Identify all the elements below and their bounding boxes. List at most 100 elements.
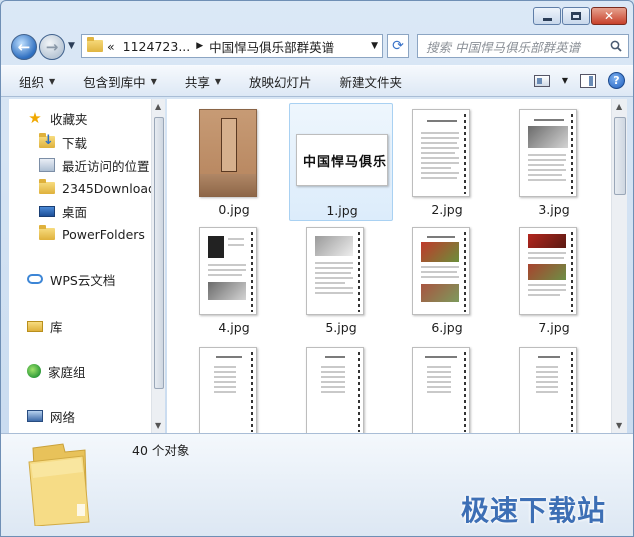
file-tile[interactable]: 5.jpg — [289, 221, 393, 339]
scroll-up-icon[interactable]: ▲ — [155, 102, 161, 111]
new-folder-button[interactable]: 新建文件夹 — [340, 72, 403, 91]
nav-item-network[interactable]: 网络 — [27, 406, 75, 426]
network-icon — [27, 410, 43, 422]
command-toolbar: 组织 ▼ 包含到库中 ▼ 共享 ▼ 放映幻灯片 新建文件夹 ▼ ? — [1, 65, 633, 97]
file-tile[interactable]: 7.jpg — [502, 221, 606, 339]
forward-button[interactable]: → — [39, 34, 65, 60]
nav-item-2345downloads[interactable]: 2345Downloads — [39, 178, 151, 198]
scroll-up-icon[interactable]: ▲ — [616, 102, 622, 111]
toolbar-right: ▼ ? — [533, 72, 625, 89]
file-thumbnail — [199, 227, 257, 315]
file-thumbnail — [199, 347, 257, 433]
change-view-icon[interactable] — [533, 74, 550, 87]
nav-label: 库 — [50, 319, 63, 335]
scroll-down-icon[interactable]: ▼ — [155, 421, 161, 430]
organize-menu[interactable]: 组织 ▼ — [19, 72, 55, 91]
file-thumbnail — [519, 227, 577, 315]
star-icon: ★ — [28, 109, 42, 127]
file-thumbnail: 中国悍马俱乐部 — [296, 134, 388, 186]
help-icon[interactable]: ? — [608, 72, 625, 89]
back-arrow-icon: ← — [17, 38, 31, 56]
minimize-button[interactable] — [533, 7, 561, 25]
close-button[interactable]: ✕ — [591, 7, 627, 25]
downloads-folder-icon — [39, 133, 55, 148]
nav-label: PowerFolders — [62, 226, 145, 242]
watermark: 极速下载站 — [461, 494, 607, 527]
include-label: 包含到库中 — [83, 74, 146, 90]
nav-label: 下载 — [62, 135, 88, 151]
file-thumbnail — [306, 347, 364, 433]
nav-item-library[interactable]: 库 — [27, 316, 63, 336]
address-bar[interactable]: « 1124723... ▶ 中国悍马俱乐部群英谱 ▼ — [81, 34, 383, 58]
file-thumbnail — [519, 109, 577, 197]
file-tile[interactable] — [502, 341, 606, 433]
recent-pages-dropdown-icon[interactable]: ▼ — [68, 41, 75, 51]
breadcrumb-item[interactable]: 1124723... — [123, 39, 191, 54]
nav-label: 桌面 — [62, 204, 88, 220]
address-dropdown-icon[interactable]: ▼ — [371, 41, 378, 51]
file-thumbnail — [306, 227, 364, 315]
nav-label: 家庭组 — [48, 364, 86, 380]
preview-pane-icon[interactable] — [580, 73, 596, 88]
address-row: ← → ▼ « 1124723... ▶ 中国悍马俱乐部群英谱 ▼ ⟳ 搜索 中… — [9, 31, 629, 61]
view-dropdown-icon[interactable]: ▼ — [562, 76, 568, 85]
new-folder-label: 新建文件夹 — [339, 74, 403, 90]
breadcrumb-overflow[interactable]: « — [107, 39, 115, 54]
nav-item-recent-places[interactable]: 最近访问的位置 — [39, 155, 150, 175]
recent-places-icon — [39, 158, 55, 172]
search-icon[interactable] — [610, 40, 622, 52]
file-list-scrollbar[interactable]: ▲ ▼ — [611, 99, 627, 433]
file-tile[interactable]: 3.jpg — [502, 103, 606, 221]
file-tile[interactable] — [289, 341, 393, 433]
file-thumbnail — [412, 109, 470, 197]
details-pane: 40 个对象 极速下载站 — [1, 433, 633, 536]
nav-label: 收藏夹 — [50, 111, 88, 127]
file-tile[interactable]: 6.jpg — [395, 221, 499, 339]
share-menu[interactable]: 共享 ▼ — [185, 72, 221, 91]
file-name: 5.jpg — [325, 320, 357, 335]
file-name: 7.jpg — [538, 320, 570, 335]
maximize-button[interactable] — [562, 7, 590, 25]
nav-item-downloads[interactable]: 下载 — [39, 132, 87, 152]
caret-down-icon: ▼ — [150, 76, 157, 86]
file-name: 0.jpg — [218, 202, 250, 217]
nav-item-homegroup[interactable]: 家庭组 — [27, 361, 86, 381]
cover-title-box — [221, 118, 237, 172]
back-button[interactable]: ← — [11, 34, 37, 60]
refresh-button[interactable]: ⟳ — [387, 34, 409, 58]
slideshow-button[interactable]: 放映幻灯片 — [249, 72, 312, 91]
file-tile[interactable] — [395, 341, 499, 433]
file-tile-selected[interactable]: 中国悍马俱乐部 1.jpg — [289, 103, 393, 221]
file-name: 3.jpg — [538, 202, 570, 217]
nav-label: 2345Downloads — [62, 180, 151, 196]
folder-icon — [39, 225, 55, 240]
scroll-thumb[interactable] — [154, 117, 164, 389]
desktop-icon — [39, 205, 55, 217]
scroll-down-icon[interactable]: ▼ — [616, 421, 622, 430]
file-tile[interactable] — [182, 341, 286, 433]
scroll-thumb[interactable] — [614, 117, 626, 195]
nav-item-favorites[interactable]: ★ 收藏夹 — [27, 108, 88, 128]
nav-item-wps-cloud[interactable]: WPS云文档 — [27, 269, 115, 289]
file-thumbnail — [199, 109, 257, 197]
file-tile[interactable]: 4.jpg — [182, 221, 286, 339]
nav-label: WPS云文档 — [50, 272, 116, 288]
nav-pane-scrollbar[interactable]: ▲ ▼ — [151, 99, 165, 433]
calligraphy-title: 中国悍马俱乐部 — [303, 155, 388, 170]
file-name: 1.jpg — [326, 203, 358, 218]
breadcrumb-separator-icon[interactable]: ▶ — [196, 41, 203, 51]
cover-illustration — [200, 174, 256, 196]
file-name: 4.jpg — [218, 320, 250, 335]
folder-icon — [87, 37, 103, 52]
search-input[interactable]: 搜索 中国悍马俱乐部群英谱 — [417, 34, 629, 58]
include-in-library-menu[interactable]: 包含到库中 ▼ — [83, 72, 157, 91]
breadcrumb-item[interactable]: 中国悍马俱乐部群英谱 — [209, 37, 334, 56]
file-tile[interactable]: 0.jpg — [182, 103, 286, 221]
share-label: 共享 — [184, 74, 210, 90]
nav-item-desktop[interactable]: 桌面 — [39, 201, 87, 221]
nav-item-powerfolders[interactable]: PowerFolders — [39, 224, 145, 244]
caret-down-icon: ▼ — [49, 76, 56, 86]
navigation-pane: ★ 收藏夹 下载 最近访问的位置 2345Downloads 桌面 PowerFo… — [9, 99, 151, 433]
file-tile[interactable]: 2.jpg — [395, 103, 499, 221]
file-thumbnail — [412, 227, 470, 315]
